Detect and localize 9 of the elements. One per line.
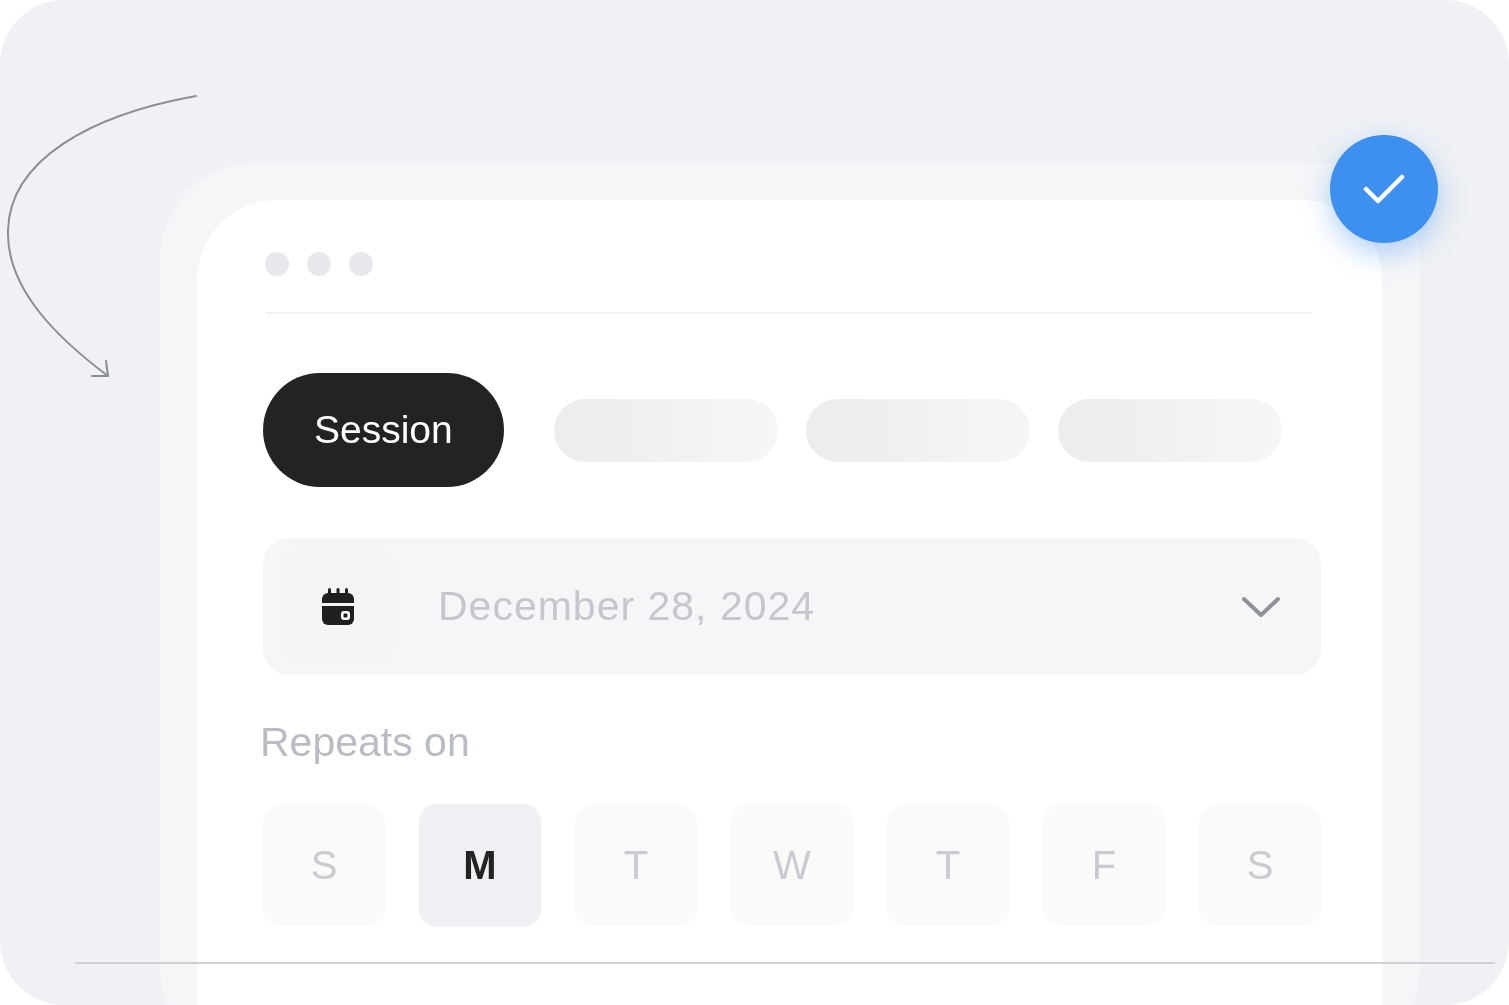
window-dot	[349, 252, 373, 276]
repeats-label: Repeats on	[260, 719, 471, 766]
window-dot	[265, 252, 289, 276]
chevron-down-icon	[1241, 594, 1281, 619]
confirm-button[interactable]	[1330, 135, 1438, 243]
window-dot	[307, 252, 331, 276]
day-button[interactable]: M	[419, 804, 541, 926]
tab[interactable]: Session	[263, 373, 504, 487]
checkmark-icon	[1363, 174, 1405, 204]
